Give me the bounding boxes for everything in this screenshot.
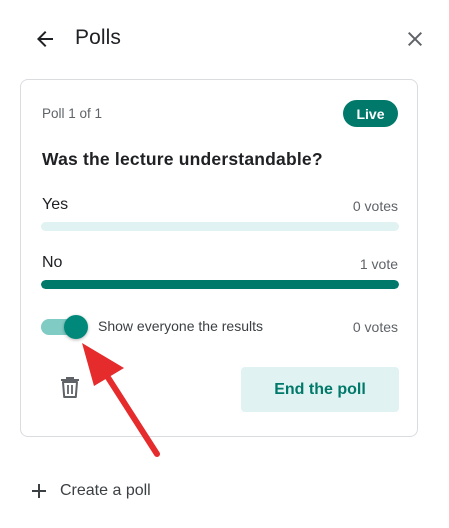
close-button[interactable] <box>400 24 430 54</box>
option-votes-no: 1 vote <box>359 256 398 272</box>
option-votes-yes: 0 votes <box>352 198 398 214</box>
create-poll-label: Create a poll <box>60 482 151 499</box>
poll-count: Poll 1 of 1 <box>42 106 103 121</box>
show-results-label: Show everyone the results <box>98 318 263 334</box>
poll-question: Was the lecture understandable? <box>42 149 323 169</box>
total-votes: 0 votes <box>352 319 398 335</box>
option-bar-no <box>41 280 399 289</box>
poll-card: Poll 1 of 1 Live Was the lecture underst… <box>20 79 418 437</box>
toggle-thumb <box>64 315 88 339</box>
delete-poll-button[interactable] <box>57 374 83 400</box>
arrow-back-icon <box>37 31 53 47</box>
close-icon <box>408 32 422 46</box>
end-poll-button[interactable]: End the poll <box>241 367 399 412</box>
back-button[interactable] <box>30 24 60 54</box>
panel-header: Polls <box>0 0 449 78</box>
page-title: Polls <box>75 26 122 49</box>
status-badge: Live <box>343 100 398 127</box>
trash-icon <box>61 377 79 398</box>
option-bar-yes <box>41 222 399 231</box>
create-poll-button[interactable]: Create a poll <box>30 478 151 504</box>
option-label-no: No <box>42 254 63 271</box>
option-bar-fill-no <box>41 280 399 289</box>
option-label-yes: Yes <box>42 196 69 213</box>
plus-icon <box>32 484 46 498</box>
show-results-toggle[interactable] <box>41 314 88 340</box>
